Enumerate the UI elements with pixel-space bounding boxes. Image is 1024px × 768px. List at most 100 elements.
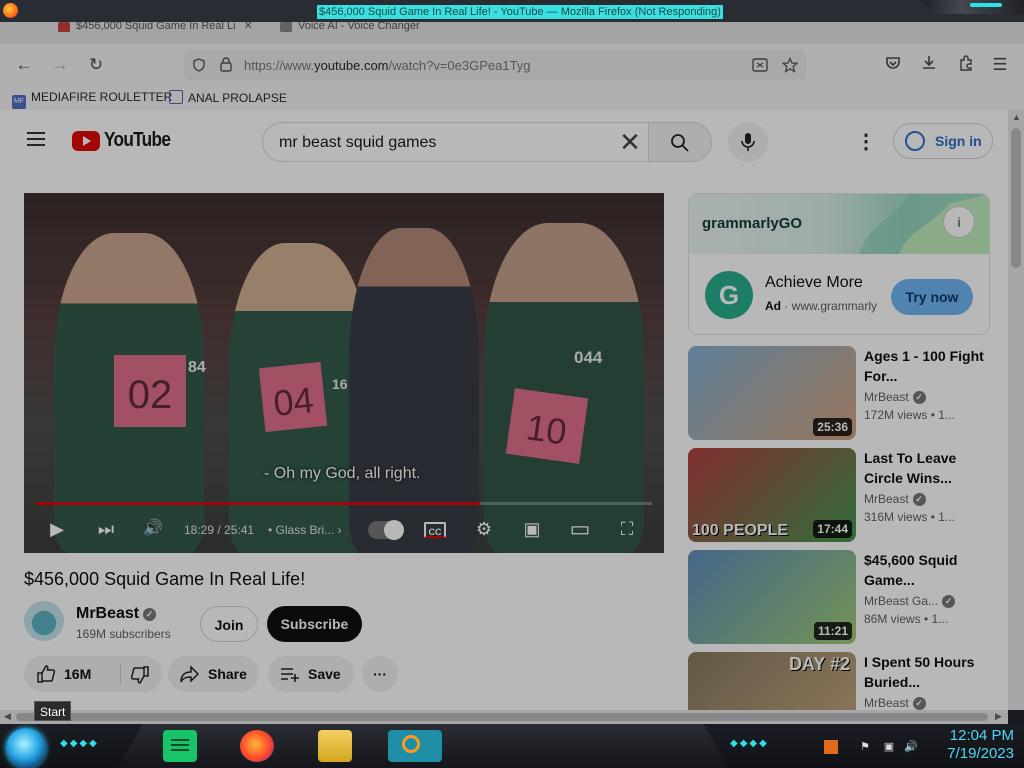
tray-app-icon[interactable] [824, 740, 838, 754]
system-clock[interactable]: 12:04 PM 7/19/2023 [947, 727, 1014, 763]
channel-avatar[interactable] [24, 601, 64, 641]
bookmark-mediafire[interactable]: MF MEDIAFIRE ROULETTER [12, 90, 172, 109]
try-now-button[interactable]: Try now [891, 279, 973, 315]
recommendation-item[interactable]: 11:21 $45,600 Squid Game... MrBeast Ga..… [688, 550, 990, 646]
bookmark-label: MEDIAFIRE ROULETTER [31, 90, 173, 104]
channel-name[interactable]: MrBeast ✓ [76, 605, 157, 623]
duration-badge: 11:21 [813, 622, 852, 640]
horizontal-scrollbar[interactable]: ◀ ▶ [0, 710, 1008, 724]
more-actions-button[interactable]: ··· [362, 656, 398, 692]
forward-button[interactable]: → [49, 54, 71, 76]
reload-button[interactable]: ↻ [85, 54, 107, 76]
scroll-up-icon[interactable]: ▲ [1012, 112, 1021, 122]
recommendation-channel[interactable]: MrBeast Ga... ✓ [864, 594, 956, 608]
url-text[interactable]: https://www.youtube.com/watch?v=0e3GPea1… [244, 58, 531, 73]
tab-close-icon[interactable]: ✕ [244, 22, 253, 32]
scroll-left-icon[interactable]: ◀ [4, 711, 11, 722]
recommendation-item[interactable]: 25:36 Ages 1 - 100 Fight For... MrBeast ✓… [688, 346, 990, 442]
shield-icon[interactable] [192, 58, 206, 72]
start-button[interactable] [6, 728, 46, 768]
share-button[interactable]: Share [168, 656, 259, 692]
video-thumbnail[interactable]: 100 PEOPLE 17:44 [688, 448, 856, 542]
volume-button[interactable]: 🔊 [141, 518, 165, 540]
scroll-right-icon[interactable]: ▶ [995, 711, 1002, 722]
ad-headline[interactable]: Achieve More [765, 274, 863, 292]
recommendation-title[interactable]: I Spent 50 Hours Buried... [864, 652, 986, 692]
notes-app-icon[interactable] [163, 730, 197, 762]
window-titlebar: $456,000 Squid Game In Real Life! - YouT… [0, 0, 1024, 22]
recommendation-title[interactable]: Last To Leave Circle Wins... [864, 448, 986, 488]
firefox-taskbar-icon[interactable] [240, 730, 274, 762]
search-box[interactable]: mr beast squid games ✕ [262, 122, 650, 162]
progress-bar[interactable] [36, 502, 652, 505]
vertical-scrollbar[interactable]: ▲ [1008, 110, 1024, 710]
chapter-title[interactable]: • Glass Bri... › [268, 523, 342, 537]
action-center-icon[interactable]: ⚑ [858, 740, 872, 754]
back-button[interactable]: ← [13, 54, 35, 76]
ad-badge: Ad [765, 299, 781, 313]
bib-number: 10 [523, 406, 570, 453]
recommendation-channel[interactable]: MrBeast ✓ [864, 390, 926, 404]
youtube-logo-text[interactable]: YouTube [104, 129, 171, 152]
join-button[interactable]: Join [200, 606, 258, 642]
subscriber-count: 169M subscribers [76, 627, 171, 641]
recommendation-item[interactable]: 100 PEOPLE 17:44 Last To Leave Circle Wi… [688, 448, 990, 544]
recommendation-channel[interactable]: MrBeast ✓ [864, 696, 926, 710]
settings-more-icon[interactable]: ⋮ [856, 130, 876, 154]
ad-card[interactable]: grammarlyGO i G Achieve More Ad · www.gr… [688, 193, 990, 335]
search-app-icon[interactable] [388, 730, 442, 762]
recommendation-title[interactable]: $45,600 Squid Game... [864, 550, 986, 590]
scrollbar-thumb[interactable] [1011, 128, 1021, 268]
youtube-logo-icon[interactable] [72, 131, 100, 151]
bookmark-star-icon[interactable] [782, 57, 798, 73]
captions-button[interactable]: CC [424, 522, 446, 538]
next-button[interactable]: ⏭ [94, 518, 118, 540]
dislike-button[interactable] [121, 656, 162, 692]
fullscreen-icon[interactable]: ⛶ [615, 518, 639, 540]
lock-icon[interactable] [220, 57, 232, 72]
video-player[interactable]: 02 04 10 84 16 044 - Oh my God, all righ… [24, 193, 664, 553]
picture-in-picture-icon[interactable] [752, 58, 768, 72]
ad-info-icon[interactable]: i [943, 206, 975, 238]
grammarly-logo-icon[interactable]: G [705, 271, 753, 319]
app-menu-button[interactable]: ☰ [989, 54, 1011, 76]
guide-menu-icon[interactable] [27, 132, 45, 150]
recommendation-item[interactable]: DAY #2 I Spent 50 Hours Buried... MrBeas… [688, 652, 990, 710]
video-thumbnail[interactable]: 25:36 [688, 346, 856, 440]
recommendation-title[interactable]: Ages 1 - 100 Fight For... [864, 346, 986, 386]
miniplayer-icon[interactable]: ▣ [520, 518, 544, 540]
video-frame: 02 04 10 84 16 044 [24, 193, 664, 553]
pocket-button[interactable] [882, 55, 904, 77]
thumbs-down-icon [130, 666, 149, 684]
tab-youtube[interactable]: $456,000 Squid Game In Real Li ✕ [58, 22, 268, 44]
video-thumbnail[interactable]: DAY #2 [688, 652, 856, 710]
url-domain: youtube.com [314, 58, 389, 73]
theater-mode-icon[interactable]: ▭ [567, 518, 593, 540]
save-button[interactable]: Save [268, 656, 354, 692]
duration-badge: 17:44 [813, 520, 852, 538]
url-bar[interactable]: https://www.youtube.com/watch?v=0e3GPea1… [184, 50, 806, 80]
like-button[interactable]: 16M [24, 656, 120, 692]
settings-gear-icon[interactable]: ⚙ [472, 518, 496, 540]
sign-in-button[interactable]: Sign in [893, 123, 993, 159]
bookmark-item-2[interactable]: ANAL PROLAPSE [169, 90, 287, 105]
recommendation-channel[interactable]: MrBeast ✓ [864, 492, 926, 506]
file-explorer-icon[interactable] [318, 730, 352, 762]
network-icon[interactable]: ▣ [882, 740, 896, 754]
video-thumbnail[interactable]: 11:21 [688, 550, 856, 644]
autoplay-toggle[interactable] [368, 520, 404, 540]
clear-search-icon[interactable]: ✕ [616, 128, 644, 156]
scrollbar-thumb[interactable] [16, 713, 988, 721]
subscribe-button[interactable]: Subscribe [267, 606, 362, 642]
play-button[interactable]: ▶ [46, 518, 68, 540]
downloads-button[interactable] [918, 55, 940, 77]
firefox-icon[interactable] [3, 3, 18, 18]
search-input[interactable]: mr beast squid games [279, 134, 436, 152]
ad-source: Ad · www.grammarly [765, 299, 877, 313]
voice-search-button[interactable] [728, 122, 768, 162]
player-bib: 10 [505, 388, 589, 464]
tab-voice-ai[interactable]: Voice AI - Voice Changer [280, 22, 450, 44]
extensions-button[interactable] [955, 55, 977, 77]
search-button[interactable] [648, 122, 712, 162]
volume-tray-icon[interactable]: 🔊 [904, 740, 918, 754]
